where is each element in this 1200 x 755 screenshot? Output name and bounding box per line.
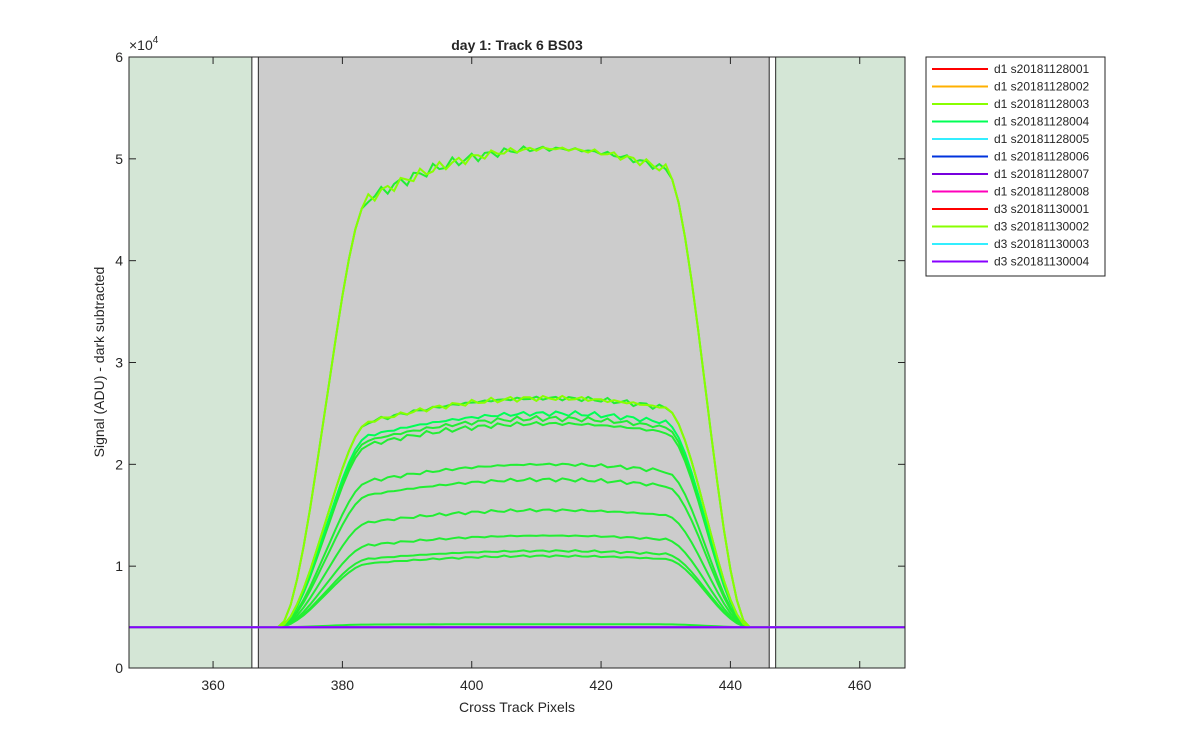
legend-entry-6: d1 s20181128006 (994, 150, 1090, 164)
legend-entry-10: d3 s20181130002 (994, 220, 1090, 234)
legend-entry-5: d1 s20181128005 (994, 132, 1090, 146)
legend-entry-4: d1 s20181128004 (994, 115, 1090, 129)
legend-entry-3: d1 s20181128003 (994, 97, 1090, 111)
y-tick-label: 6 (115, 49, 123, 65)
shaded-region-1 (128, 56, 253, 669)
legend-entry-2: d1 s20181128002 (994, 80, 1090, 94)
x-tick-label: 420 (589, 677, 613, 693)
legend-entry-9: d3 s20181130001 (994, 202, 1090, 216)
y-axis-label: Signal (ADU) - dark subtracted (91, 267, 107, 458)
shaded-region-3 (775, 56, 906, 669)
y-tick-label: 0 (115, 660, 123, 676)
chart-title: day 1: Track 6 BS03 (451, 37, 583, 53)
legend-entry-1: d1 s20181128001 (994, 62, 1090, 76)
x-axis-label: Cross Track Pixels (459, 699, 575, 715)
y-exponent-base-text: ×10 (129, 37, 153, 53)
legend-entry-8: d1 s20181128008 (994, 185, 1090, 199)
y-exponent-base: ×104 (129, 35, 159, 53)
x-tick-label: 400 (460, 677, 484, 693)
x-tick-label: 440 (719, 677, 743, 693)
y-tick-label: 3 (115, 355, 123, 371)
y-tick-label: 5 (115, 151, 123, 167)
chart-svg: 360 380 400 420 440 460 0 1 2 3 4 5 6 day 1: Track 6… (91, 35, 1106, 715)
y-tick-label: 2 (115, 456, 123, 472)
legend-entry-12: d3 s20181130004 (994, 255, 1090, 269)
x-tick-label: 380 (331, 677, 355, 693)
chart-figure: 360 380 400 420 440 460 0 1 2 3 4 5 6 day 1: Track 6… (0, 0, 1200, 750)
legend: d1 s20181128001 d1 s20181128002 d1 s201811… (925, 56, 1106, 277)
x-tick-label: 460 (848, 677, 872, 693)
y-tick-label: 1 (115, 558, 123, 574)
legend-entry-11: d3 s20181130003 (994, 237, 1090, 251)
plot-background (128, 56, 906, 669)
legend-entry-7: d1 s20181128007 (994, 167, 1090, 181)
y-exponent-power: 4 (153, 35, 159, 46)
x-tick-label: 360 (201, 677, 225, 693)
y-tick-label: 4 (115, 253, 123, 269)
